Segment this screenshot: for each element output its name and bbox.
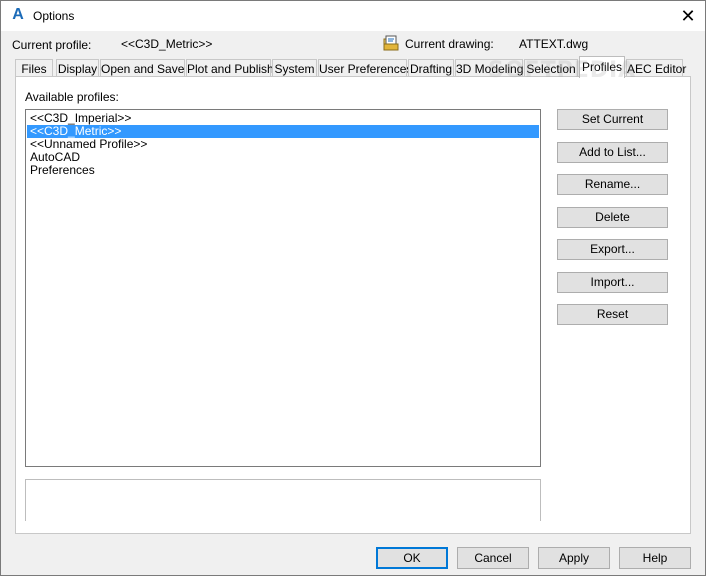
ok-button[interactable]: OK xyxy=(376,547,448,569)
close-button[interactable]: ✕ xyxy=(671,1,705,31)
import-button[interactable]: Import... xyxy=(557,272,668,293)
drawing-file-icon xyxy=(383,35,399,51)
reset-button[interactable]: Reset xyxy=(557,304,668,325)
title-bar: A Options ✕ xyxy=(1,1,705,31)
list-item[interactable]: <<Unnamed Profile>> xyxy=(27,138,539,151)
tab-system[interactable]: System xyxy=(272,59,317,77)
watermark: SOFTPEDIA xyxy=(488,58,637,83)
list-item[interactable]: Preferences xyxy=(27,164,539,177)
window-title: Options xyxy=(33,9,75,23)
current-drawing-label: Current drawing: xyxy=(405,37,494,51)
tab-open-and-save[interactable]: Open and Save xyxy=(100,59,185,77)
delete-button[interactable]: Delete xyxy=(557,207,668,228)
tab-user-preferences[interactable]: User Preferences xyxy=(318,59,412,77)
rename-button[interactable]: Rename... xyxy=(557,174,668,195)
help-button[interactable]: Help xyxy=(619,547,691,569)
close-icon: ✕ xyxy=(680,6,696,26)
tab-plot-and-publish[interactable]: Plot and Publish xyxy=(186,59,274,77)
current-profile-value: <<C3D_Metric>> xyxy=(121,37,213,51)
tab-drafting[interactable]: Drafting xyxy=(408,59,454,77)
set-current-button[interactable]: Set Current xyxy=(557,109,668,130)
current-profile-label: Current profile: xyxy=(12,38,92,52)
current-drawing-value: ATTEXT.dwg xyxy=(519,37,589,51)
export-button[interactable]: Export... xyxy=(557,239,668,260)
tab-files[interactable]: Files xyxy=(15,59,53,77)
profile-description-box[interactable] xyxy=(25,479,541,521)
add-to-list-button[interactable]: Add to List... xyxy=(557,142,668,163)
profiles-listbox[interactable]: <<C3D_Imperial>> <<C3D_Metric>> <<Unname… xyxy=(25,109,541,467)
apply-button[interactable]: Apply xyxy=(538,547,610,569)
available-profiles-label: Available profiles: xyxy=(25,90,119,104)
cancel-button[interactable]: Cancel xyxy=(457,547,529,569)
autocad-a-icon: A xyxy=(12,6,24,23)
list-item[interactable]: AutoCAD xyxy=(27,151,539,164)
tab-display[interactable]: Display xyxy=(56,59,99,77)
